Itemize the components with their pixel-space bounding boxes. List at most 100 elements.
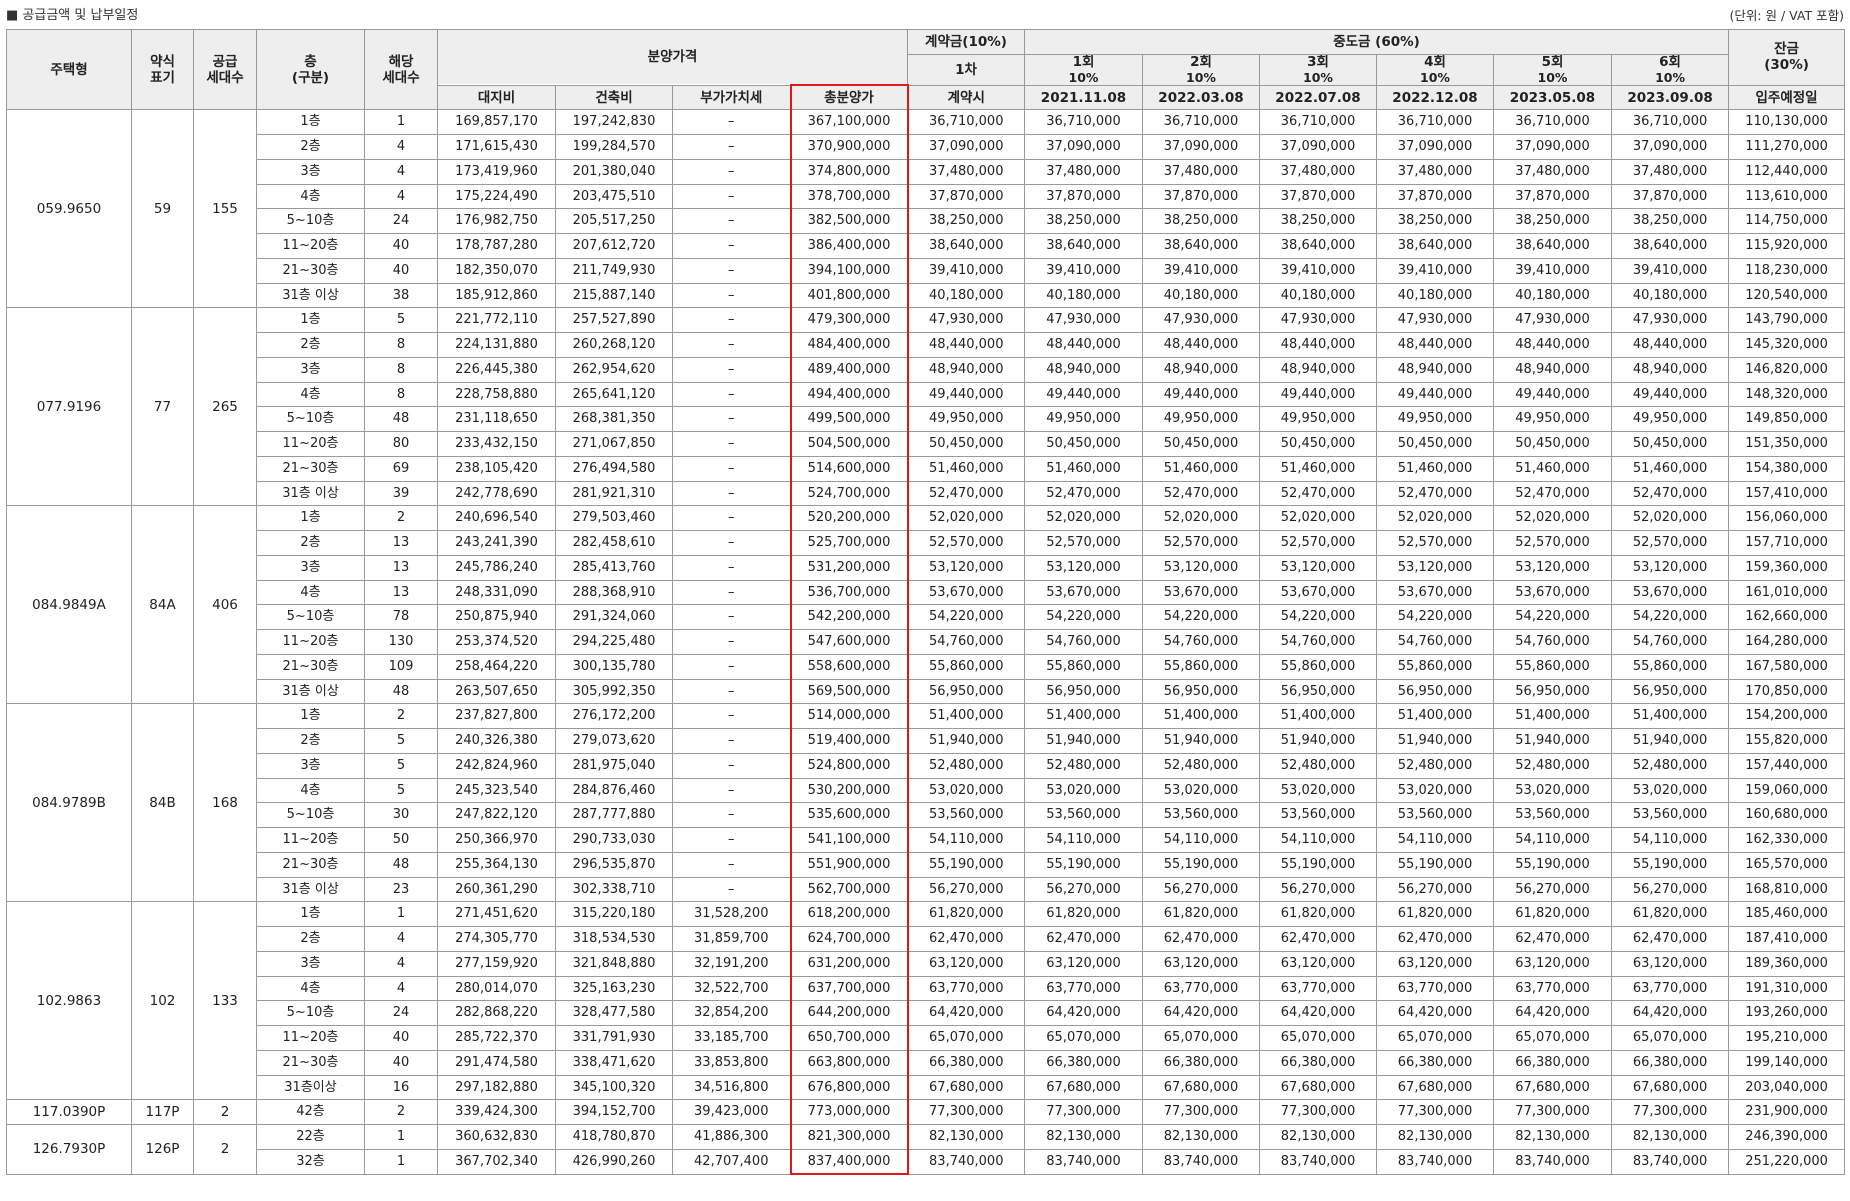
middle-payment-2-cell: 53,670,000 — [1142, 579, 1260, 606]
deposit-cell: 54,220,000 — [907, 604, 1025, 631]
balance-cell: 203,040,000 — [1728, 1074, 1846, 1101]
floor-cell: 2층 — [256, 728, 365, 754]
unit-note: (단위: 원 / VAT 포함) — [1729, 8, 1844, 23]
middle-payment-5-cell: 53,120,000 — [1493, 554, 1612, 581]
units-cell: 1 — [364, 1148, 438, 1175]
land-cell: 243,241,390 — [437, 530, 556, 556]
middle-payment-4-cell: 38,640,000 — [1376, 233, 1494, 259]
middle-payment-6-cell: 66,380,000 — [1610, 1049, 1730, 1076]
table-row: 4층 5 245,323,540 284,876,460–530,200,000 53,… — [7, 777, 1846, 804]
middle-payment-2-cell: 54,110,000 — [1142, 827, 1260, 853]
middle-payment-3-cell: 47,930,000 — [1259, 307, 1377, 334]
middle-payment-6-cell: 37,480,000 — [1610, 158, 1730, 185]
middle-payment-5-cell: 50,450,000 — [1493, 431, 1612, 457]
land-cell: 233,432,150 — [437, 431, 556, 457]
middle-payment-1-cell: 50,450,000 — [1024, 431, 1143, 457]
middle-payment-6-cell: 39,410,000 — [1610, 257, 1730, 284]
middle-payment-3-cell: 49,440,000 — [1259, 381, 1377, 408]
units-cell: 1 — [364, 901, 438, 928]
total-price-cell: 676,800,000 — [789, 1074, 909, 1101]
units-cell: 5 — [364, 728, 438, 754]
deposit-cell: 55,190,000 — [907, 851, 1025, 878]
middle-payment-1-cell: 36,710,000 — [1024, 109, 1143, 136]
floor-cell: 4층 — [256, 381, 365, 408]
vat-cell: – — [672, 208, 791, 235]
vat-cell: – — [672, 802, 791, 829]
units-cell: 2 — [364, 1099, 438, 1126]
middle-payment-2-cell: 50,450,000 — [1142, 431, 1260, 457]
middle-payment-2-cell: 38,250,000 — [1142, 208, 1260, 235]
middle-payment-4-cell: 38,250,000 — [1376, 208, 1494, 235]
col-middle: 중도금 (60%) — [1023, 29, 1730, 55]
table-row: 21~30층 40 182,350,070 211,749,930–394,100,0… — [7, 257, 1846, 284]
balance-cell: 160,680,000 — [1728, 802, 1846, 829]
total-price-cell: 525,700,000 — [789, 530, 909, 556]
total-price-cell: 370,900,000 — [789, 134, 909, 160]
middle-payment-2-cell: 77,300,000 — [1142, 1099, 1260, 1126]
building-cell: 302,338,710 — [555, 876, 673, 903]
deposit-cell: 54,110,000 — [907, 827, 1025, 853]
land-cell: 171,615,430 — [437, 134, 556, 160]
units-cell: 69 — [364, 455, 438, 482]
middle-payment-6-cell: 53,560,000 — [1610, 802, 1730, 829]
middle-payment-1-cell: 48,940,000 — [1024, 356, 1143, 383]
deposit-cell: 50,450,000 — [907, 431, 1025, 457]
balance-cell: 120,540,000 — [1728, 282, 1846, 309]
middle-payment-6-cell: 63,120,000 — [1610, 950, 1730, 977]
total-price-cell: 401,800,000 — [789, 282, 909, 309]
deposit-cell: 48,940,000 — [907, 356, 1025, 383]
middle-payment-2-cell: 48,440,000 — [1142, 332, 1260, 358]
middle-payment-6-cell: 51,400,000 — [1610, 703, 1730, 730]
total-price-cell: 551,900,000 — [789, 851, 909, 878]
middle-payment-5-cell: 63,770,000 — [1493, 975, 1612, 1002]
balance-cell: 154,380,000 — [1728, 455, 1846, 482]
total-price-cell: 536,700,000 — [789, 579, 909, 606]
floor-cell: 42층 — [256, 1099, 365, 1126]
middle-payment-3-cell: 38,640,000 — [1259, 233, 1377, 259]
middle-payment-2-cell: 52,470,000 — [1142, 480, 1260, 507]
middle-payment-2-cell: 51,400,000 — [1142, 703, 1260, 730]
building-cell: 300,135,780 — [555, 653, 673, 680]
middle-payment-1-cell: 67,680,000 — [1024, 1074, 1143, 1101]
middle-payment-4-cell: 47,930,000 — [1376, 307, 1494, 334]
balance-cell: 111,270,000 — [1728, 134, 1846, 160]
middle-payment-5-cell: 53,560,000 — [1493, 802, 1612, 829]
land-cell: 277,159,920 — [437, 950, 556, 977]
middle-payment-4-cell: 48,440,000 — [1376, 332, 1494, 358]
table-row: 4층 4 280,014,070 325,163,230 32,522,700 637,7… — [7, 975, 1846, 1002]
middle-payment-2-cell: 36,710,000 — [1142, 109, 1260, 136]
middle-payment-3-cell: 63,770,000 — [1259, 975, 1377, 1002]
balance-cell: 162,660,000 — [1728, 604, 1846, 631]
middle-payment-6-cell: 38,250,000 — [1610, 208, 1730, 235]
vat-cell: 31,528,200 — [672, 901, 791, 928]
middle-payment-4-cell: 37,090,000 — [1376, 134, 1494, 160]
table-body: 059.9650 59 155 1층 1 169,857,170 197,242,830–3… — [6, 109, 1846, 1176]
balance-cell: 187,410,000 — [1728, 926, 1846, 952]
floor-cell: 4층 — [256, 777, 365, 804]
table-row: 32층 1 367,702,340 426,990,260 42,707,400 837,… — [7, 1148, 1846, 1176]
floor-cell: 2층 — [256, 926, 365, 952]
units-cell: 8 — [364, 381, 438, 408]
units-cell: 4 — [364, 950, 438, 977]
middle-payment-2-cell: 83,740,000 — [1142, 1148, 1260, 1175]
middle-payment-6-cell: 48,440,000 — [1610, 332, 1730, 358]
floor-cell: 3층 — [256, 752, 365, 779]
middle-payment-4-cell: 53,670,000 — [1376, 579, 1494, 606]
floor-cell: 31층 이상 — [256, 876, 365, 903]
land-cell: 176,982,750 — [437, 208, 556, 235]
middle-payment-4-cell: 51,460,000 — [1376, 455, 1494, 482]
vat-cell: – — [672, 728, 791, 754]
floor-cell: 21~30층 — [256, 851, 365, 878]
land-cell: 250,366,970 — [437, 827, 556, 853]
balance-cell: 115,920,000 — [1728, 233, 1846, 259]
middle-payment-2-cell: 37,090,000 — [1142, 134, 1260, 160]
land-cell: 224,131,880 — [437, 332, 556, 358]
table-row: 31층 이상 23 260,361,290 302,338,710–562,700,0… — [7, 876, 1846, 903]
table-row: 4층 13 248,331,090 288,368,910–536,700,000 53… — [7, 579, 1846, 606]
land-cell: 247,822,120 — [437, 802, 556, 829]
total-price-cell: 524,800,000 — [789, 752, 909, 779]
middle-payment-3-cell: 51,400,000 — [1259, 703, 1377, 730]
floor-cell: 21~30층 — [256, 455, 365, 482]
middle-payment-4-cell: 49,950,000 — [1376, 406, 1494, 433]
middle-payment-3-cell: 64,420,000 — [1259, 1000, 1377, 1027]
